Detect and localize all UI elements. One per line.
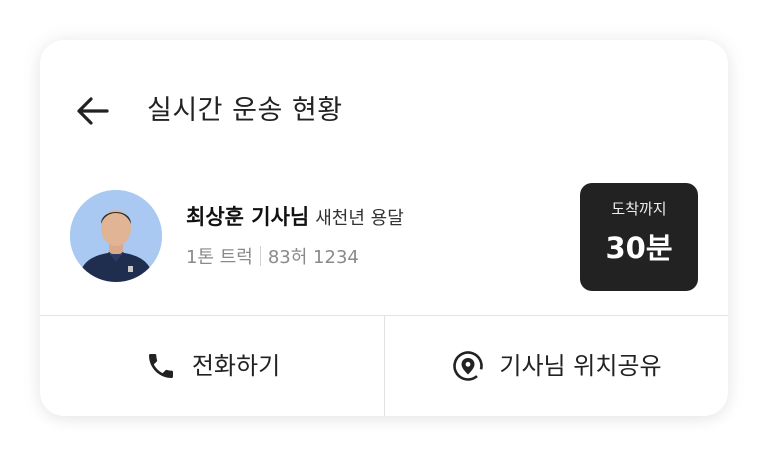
location-share-label: 기사님 위치공유 [499, 352, 662, 380]
vehicle-info: 1톤 트럭 83허 1234 [186, 242, 359, 274]
header: 실시간 운송 현황 [40, 40, 728, 180]
separator [259, 246, 261, 266]
company-name: 새천년 용달 [315, 208, 404, 229]
back-button[interactable] [74, 92, 112, 130]
eta-badge: 도착까지 30분 [580, 183, 698, 291]
driver-name-line: 최상훈 기사님 새천년 용달 [186, 200, 404, 236]
location-share-icon [451, 349, 485, 383]
license-plate: 83허 1234 [267, 247, 359, 268]
call-label: 전화하기 [191, 352, 281, 380]
eta-value: 30분 [605, 231, 673, 265]
location-share-button[interactable]: 기사님 위치공유 [385, 316, 728, 416]
phone-icon [144, 349, 178, 383]
driver-info: 최상훈 기사님 새천년 용달 1톤 트럭 83허 1234 도착까지 30분 [40, 180, 728, 315]
action-bar: 전화하기 기사님 위치공유 [40, 315, 728, 416]
avatar [70, 190, 162, 282]
arrow-left-icon [77, 97, 109, 125]
vehicle-type: 1톤 트럭 [186, 247, 253, 268]
call-button[interactable]: 전화하기 [40, 316, 384, 416]
page-title: 실시간 운송 현황 [147, 95, 343, 126]
eta-label: 도착까지 [611, 200, 667, 218]
driver-name: 최상훈 기사님 [186, 205, 310, 229]
transport-status-card: 실시간 운송 현황 최상훈 기사님 새천년 용달 1톤 트럭 83허 1234 … [40, 40, 728, 416]
